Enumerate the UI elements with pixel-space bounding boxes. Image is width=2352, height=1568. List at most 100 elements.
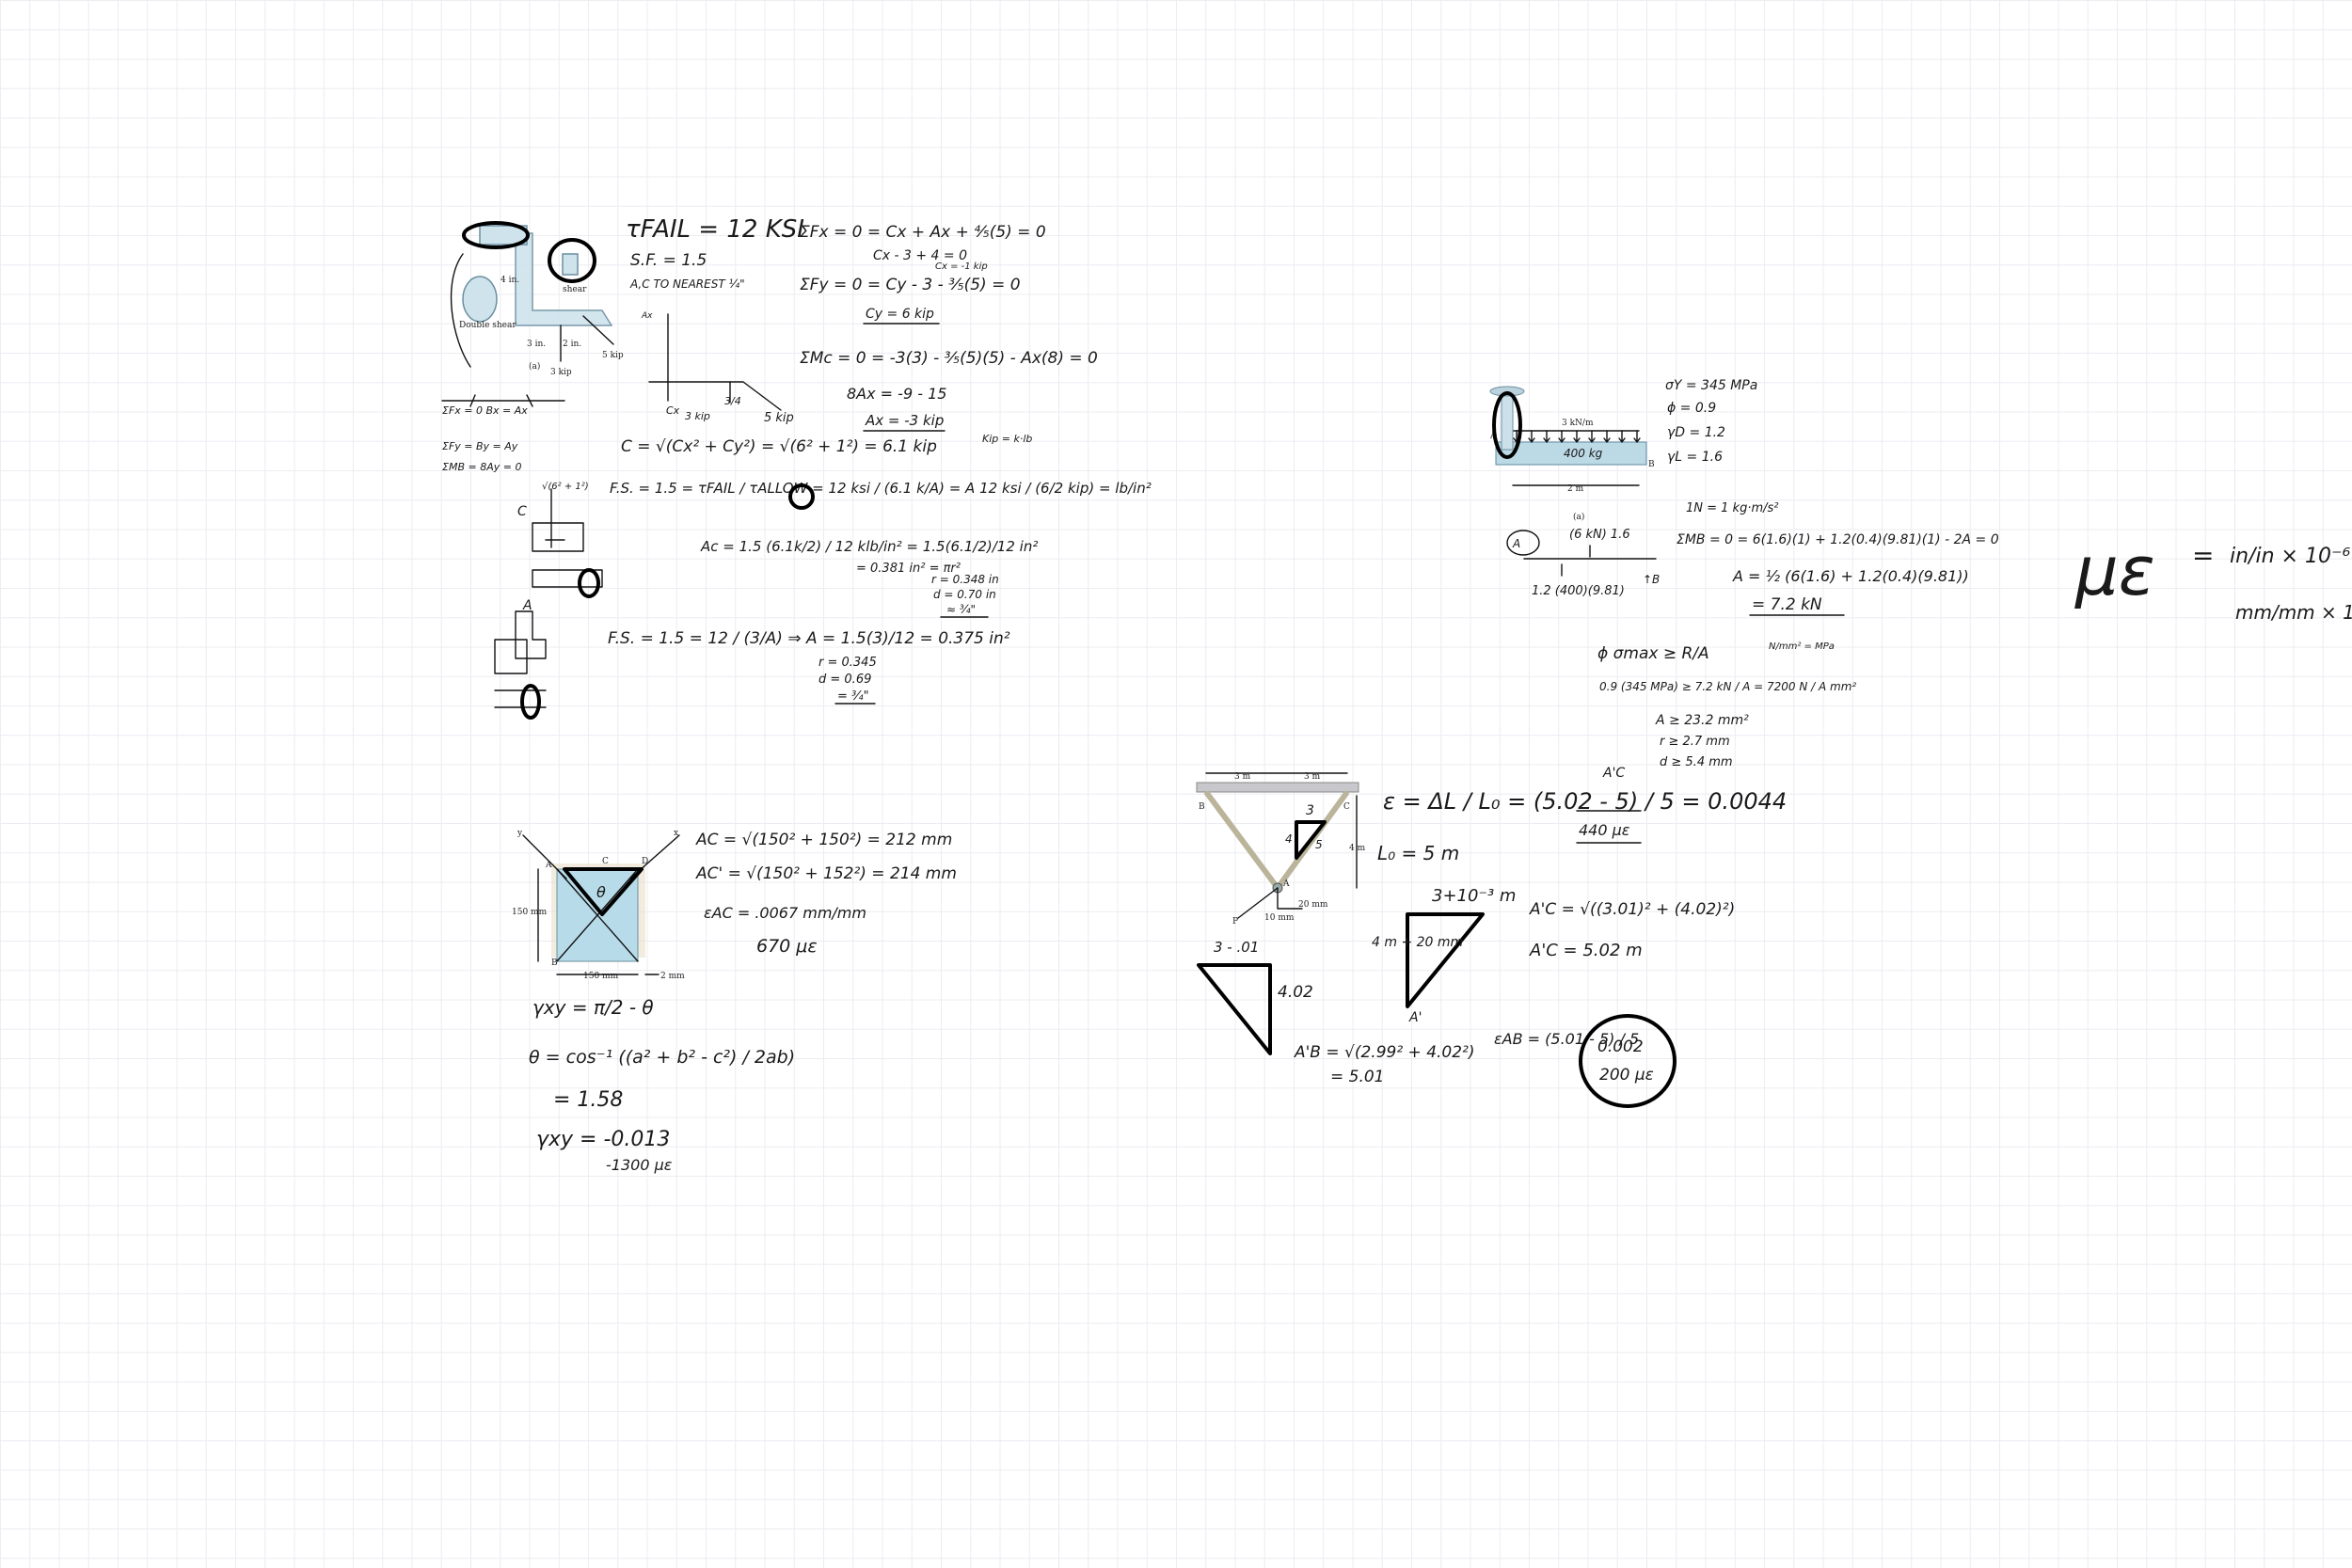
- unit-mm-per-mm: mm/mm × 10⁻⁶: [2235, 601, 2352, 624]
- truss-10mm: 10 mm: [1264, 913, 1295, 923]
- beam-label-b: B: [1648, 460, 1655, 469]
- truss-label-c: C: [1343, 802, 1350, 812]
- plate-corner-c: C: [602, 857, 609, 866]
- tau-fail: τFAIL = 12 KSI: [626, 215, 804, 244]
- fbd-5kip: 5 kip: [764, 411, 794, 425]
- r-a: r = 0.345: [818, 656, 877, 670]
- tri1-left: 4 m + 20 mm: [1372, 935, 1463, 950]
- truss-height: 4 m: [1349, 844, 1366, 853]
- sum-fy: ΣFy = 0 = Cy - 3 - ³⁄₅(5) = 0: [800, 276, 1021, 294]
- problem1-sketches: [494, 313, 815, 720]
- plate-axis-y: y: [516, 829, 523, 838]
- cy-value: Cy = 6 kip: [866, 307, 934, 322]
- fbd-sum-1: ΣFx = 0 Bx = Ax: [442, 404, 528, 417]
- tri2-side: 4.02: [1278, 983, 1313, 1002]
- a-min: A ≥ 23.2 mm²: [1655, 713, 1749, 728]
- cx-value: Cx = -1 kip: [935, 261, 988, 272]
- tri1-bottom: A': [1408, 1010, 1422, 1025]
- small-tri-4: 4: [1285, 832, 1293, 846]
- newton-def: 1N = 1 kg·m/s²: [1686, 501, 1779, 515]
- micro-670: 670 με: [756, 936, 818, 957]
- fbd-label-c: C: [517, 504, 527, 519]
- plate-corner-a: A: [545, 861, 552, 870]
- fbd-3kip: 3 kip: [685, 410, 710, 422]
- theta-eq: θ = cos⁻¹ ((a² + b² - c²) / 2ab): [529, 1047, 795, 1068]
- truss-20mm: 20 mm: [1298, 900, 1328, 910]
- truss-load-p: P: [1232, 917, 1238, 927]
- figure-label-5kip: 5 kip: [602, 351, 624, 360]
- whiteboard-canvas[interactable]: shear Double shear 5 kip 3 kip 3 in. 2 i…: [0, 0, 2352, 1568]
- small-tri-3: 3: [1306, 803, 1314, 818]
- figure-label-3in: 3 in.: [527, 340, 546, 349]
- d-min: d ≥ 5.4 mm: [1660, 755, 1733, 769]
- d-c-round: ≈ ¾": [946, 603, 976, 616]
- tri2-top: 3 - .01: [1214, 939, 1259, 956]
- plate-width: 150 mm: [583, 972, 619, 981]
- a-equation: A = ½ (6(1.6) + 1.2(0.4)(9.81)): [1732, 567, 1969, 585]
- gamma-micro: -1300 με: [606, 1156, 673, 1174]
- ac-prime-val: A'C = 5.02 m: [1529, 941, 1643, 960]
- ab-prime-eq: A'B = √(2.99² + 4.02²): [1294, 1043, 1475, 1062]
- plate-corner-b: B: [551, 958, 558, 968]
- load-arrow: [1588, 430, 1596, 443]
- result-micro: 200 με: [1599, 1066, 1654, 1085]
- problem3-figure: 3 m 3 m B C A 4 m P 10 mm 20 mm 3 4 5: [1196, 772, 1366, 927]
- load-arrow: [1528, 430, 1535, 443]
- beam-load-label: 3 kN/m: [1562, 419, 1594, 428]
- figure-label-3kip: 3 kip: [550, 368, 572, 377]
- r-c: r = 0.348 in: [931, 573, 999, 586]
- beam-mass: 400 kg: [1564, 447, 1603, 460]
- micro-440: 440 με: [1579, 821, 1630, 839]
- eps-ac: εAC = .0067 mm/mm: [704, 904, 866, 922]
- problem1-notes: τFAIL = 12 KSI S.F. = 1.5 A,C TO NEAREST…: [441, 215, 1152, 705]
- truss-label-b: B: [1199, 802, 1205, 812]
- load-arrow: [1618, 430, 1626, 443]
- load-a: (6 kN) 1.6: [1569, 528, 1630, 542]
- phi-inequality: ϕ σmax ≥ R/A: [1597, 644, 1709, 663]
- plate-height: 150 mm: [512, 908, 548, 917]
- ax-equation: 8Ax = -9 - 15: [847, 385, 946, 403]
- beam-caption: (a): [1573, 512, 1584, 522]
- micro-epsilon-large: με: [2074, 531, 2155, 610]
- reaction-b: ↑B: [1643, 573, 1660, 586]
- a-circled: A: [1512, 537, 1520, 550]
- kip-note: Kip = k·lb: [982, 433, 1032, 445]
- load-arrow: [1573, 430, 1581, 443]
- gamma-def: γxy = π/2 - θ: [532, 996, 654, 1019]
- fbd-ax: Ax: [641, 311, 653, 321]
- sum-mc: ΣMc = 0 = -3(3) - ³⁄₅(5)(5) - Ax(8) = 0: [800, 349, 1098, 368]
- safety-factor: S.F. = 1.5: [630, 251, 707, 270]
- d-a-round: = ¾": [837, 689, 869, 704]
- gamma-val: γxy = -0.013: [536, 1128, 670, 1151]
- ac-prime-eq: A'C = √((3.01)² + (4.02)²): [1529, 900, 1735, 919]
- truss-span-left: 3 m: [1234, 772, 1251, 782]
- lo-value: L₀ = 5 m: [1377, 842, 1459, 864]
- r-min: r ≥ 2.7 mm: [1660, 735, 1730, 749]
- fs-c-equation: F.S. = 1.5 = τFAIL / τALLOW = 12 ksi / (…: [610, 480, 1152, 497]
- theta-val: = 1.58: [553, 1088, 623, 1112]
- load-arrow: [1558, 430, 1565, 443]
- load-arrow: [1543, 430, 1550, 443]
- d-a: d = 0.69: [818, 673, 871, 687]
- ac-equation: Ac = 1.5 (6.1k/2) / 12 klb/in² = 1.5(6.1…: [700, 538, 1038, 555]
- truss-label-a: A: [1282, 879, 1290, 889]
- load-arrow: [1633, 430, 1641, 443]
- plate-corner-d: D: [642, 857, 648, 866]
- figure-label-shear: shear: [563, 285, 587, 294]
- result-strain: 0.002: [1597, 1037, 1644, 1056]
- d-c: d = 0.70 in: [933, 588, 996, 601]
- phi-numeric: 0.9 (345 MPa) ≥ 7.2 kN / A = 7200 N / A …: [1599, 680, 1856, 693]
- fbd-3-4: 3/4: [724, 395, 741, 407]
- problem3-notes: ε = ΔL / L₀ = (5.02 - 5) / 5 = 0.0044 A'…: [1197, 766, 1787, 1108]
- figure-label-4in: 4 in.: [501, 276, 519, 285]
- sigma-y: σY = 345 MPa: [1665, 378, 1757, 393]
- rounding-note: A,C TO NEAREST ¼": [629, 277, 745, 291]
- load-arrow: [1603, 430, 1611, 443]
- c-resultant: C = √(Cx² + Cy²) = √(6² + 1²) = 6.1 kip: [621, 437, 937, 456]
- equals-sign: =: [2192, 540, 2214, 571]
- fbd-sum-2: ΣFy = By = Ay: [442, 440, 518, 452]
- tri1-top: 3+10⁻³ m: [1432, 886, 1516, 906]
- truss-span-right: 3 m: [1304, 772, 1321, 782]
- phi: ϕ = 0.9: [1667, 401, 1716, 416]
- figure-label-2in: 2 in.: [563, 340, 581, 349]
